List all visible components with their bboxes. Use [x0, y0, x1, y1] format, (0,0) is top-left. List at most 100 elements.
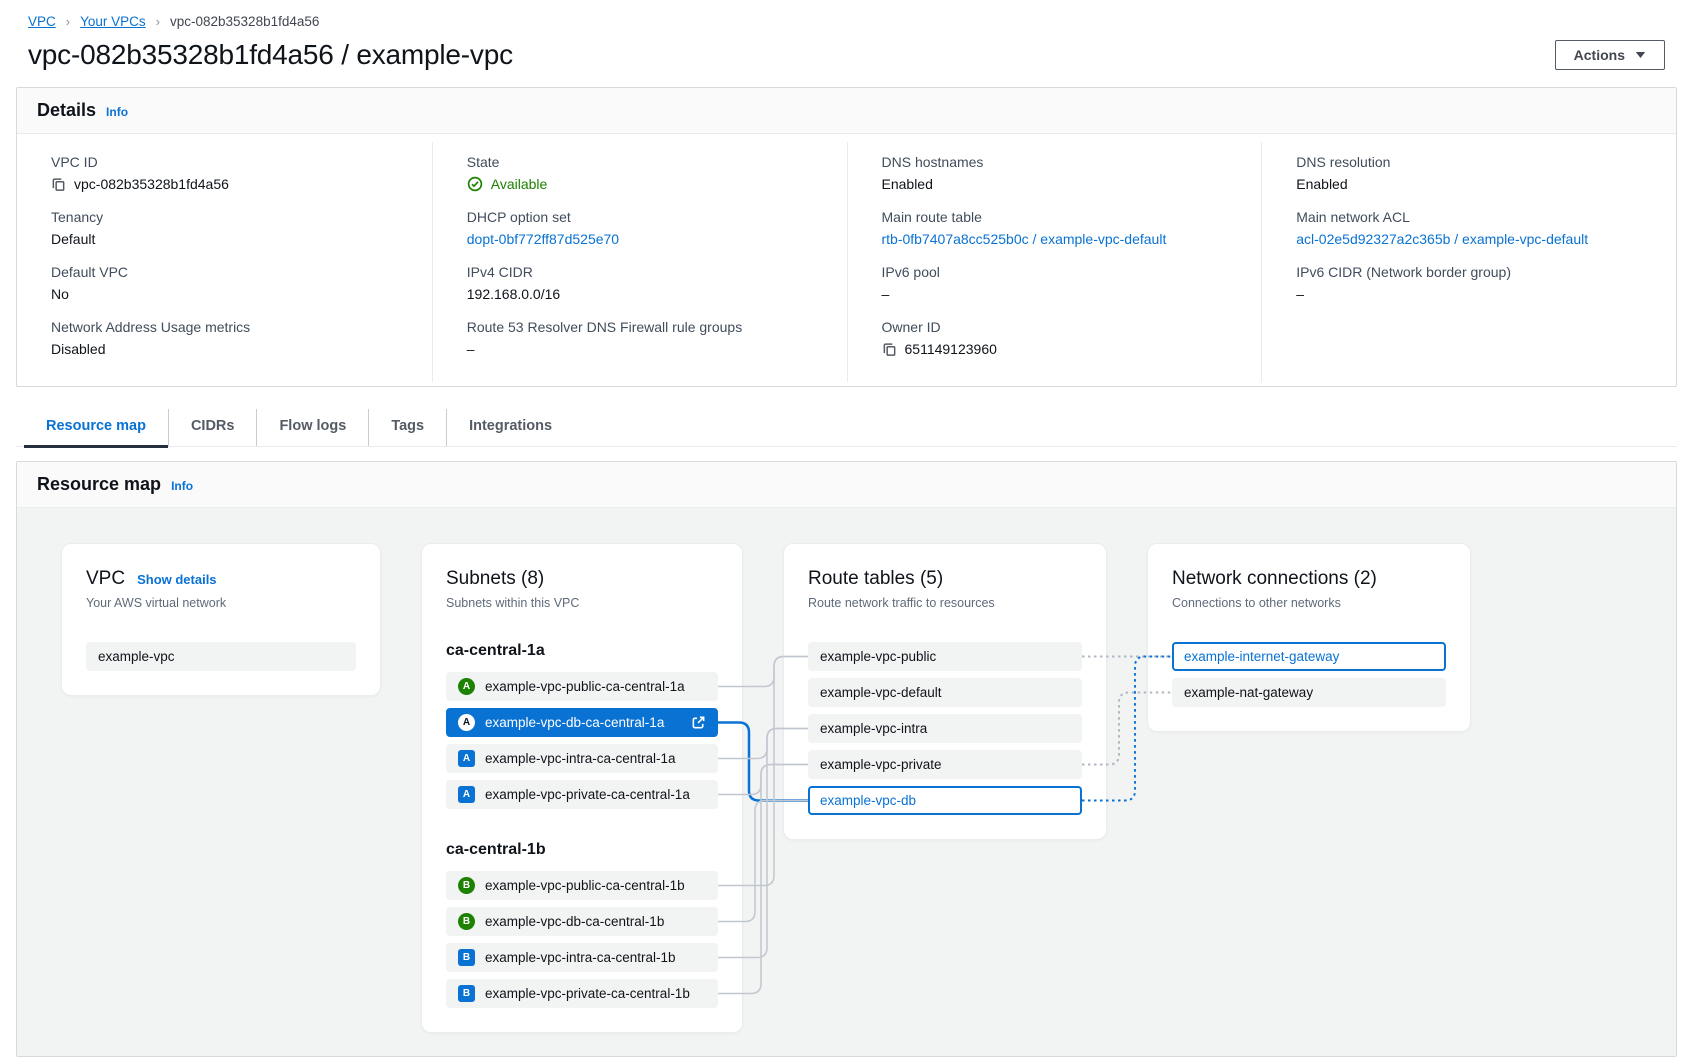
breadcrumb-item-vpc-082b35328b1fd4a56: vpc-082b35328b1fd4a56 [170, 14, 319, 29]
route-table-item-example-vpc-private[interactable]: example-vpc-private [808, 750, 1082, 779]
field-value: acl-02e5d92327a2c365b / example-vpc-defa… [1296, 229, 1656, 249]
external-link-icon[interactable] [691, 715, 706, 730]
tab-tags[interactable]: Tags [369, 409, 447, 446]
field-label: Main network ACL [1296, 209, 1656, 225]
resource-map-body: VPC Show details Your AWS virtual networ… [17, 508, 1676, 1056]
field-label: State [467, 154, 827, 170]
field-value: 192.168.0.0/16 [467, 284, 827, 304]
field-label: DHCP option set [467, 209, 827, 225]
subnet-label: example-vpc-db-ca-central-1a [485, 715, 664, 730]
vpc-card-subtitle: Your AWS virtual network [86, 596, 356, 610]
page-title: vpc-082b35328b1fd4a56 / example-vpc [28, 39, 513, 71]
vpc-details-page: VPC›Your VPCs›vpc-082b35328b1fd4a56 vpc-… [0, 0, 1693, 1057]
breadcrumb-separator: › [66, 14, 70, 29]
details-title: Details [37, 100, 96, 121]
field-label: IPv6 CIDR (Network border group) [1296, 264, 1656, 280]
vpc-card-title: VPC [86, 568, 125, 590]
subnet-label: example-vpc-public-ca-central-1b [485, 878, 685, 893]
network-connection-item-example-internet-gateway[interactable]: example-internet-gateway [1172, 642, 1446, 671]
breadcrumb: VPC›Your VPCs›vpc-082b35328b1fd4a56 [16, 0, 1677, 29]
availability-zone-badge: A [458, 786, 475, 803]
az-group-heading-ca-central-1b: ca-central-1b [446, 841, 718, 859]
field-tenancy: Tenancy Default [51, 209, 412, 249]
subnet-item-example-vpc-db-ca-central-1b[interactable]: Bexample-vpc-db-ca-central-1b [446, 907, 718, 936]
details-panel: Details Info VPC IDvpc-082b35328b1fd4a56… [16, 87, 1677, 387]
field-label: Tenancy [51, 209, 412, 225]
field-label: Network Address Usage metrics [51, 319, 412, 335]
field-value-link[interactable]: rtb-0fb7407a8cc525b0c / example-vpc-defa… [882, 231, 1167, 247]
field-ipv6-pool: IPv6 pool– [882, 264, 1242, 304]
subnet-item-example-vpc-public-ca-central-1a[interactable]: Aexample-vpc-public-ca-central-1a [446, 672, 718, 701]
subnet-item-example-vpc-private-ca-central-1b[interactable]: Bexample-vpc-private-ca-central-1b [446, 979, 718, 1008]
field-value: Enabled [882, 174, 1242, 194]
subnet-label: example-vpc-private-ca-central-1b [485, 986, 690, 1001]
network-connection-item-example-nat-gateway[interactable]: example-nat-gateway [1172, 678, 1446, 707]
caret-down-icon [1635, 51, 1646, 59]
network-connections-card-title: Network connections (2) [1172, 568, 1446, 590]
tab-flow-logs[interactable]: Flow logs [257, 409, 369, 446]
field-value-text: Default [51, 231, 95, 247]
subnets-card-subtitle: Subnets within this VPC [446, 596, 718, 610]
field-main-network-acl: Main network ACL acl-02e5d92327a2c365b / … [1296, 209, 1656, 249]
route-table-label: example-vpc-public [820, 649, 936, 664]
availability-zone-badge: B [458, 913, 475, 930]
subnet-item-example-vpc-private-ca-central-1a[interactable]: Aexample-vpc-private-ca-central-1a [446, 780, 718, 809]
tab-resource-map[interactable]: Resource map [24, 409, 169, 446]
resource-map-panel: Resource map Info VPC Show details Your … [16, 461, 1677, 1057]
tab-bar: Resource mapCIDRsFlow logsTagsIntegratio… [16, 409, 1677, 447]
availability-zone-badge: A [458, 678, 475, 695]
field-value: vpc-082b35328b1fd4a56 [51, 174, 412, 194]
status-available-icon [467, 176, 483, 192]
field-value: Enabled [1296, 174, 1656, 194]
copy-icon[interactable] [51, 177, 66, 192]
field-label: DNS resolution [1296, 154, 1656, 170]
az-group-heading-ca-central-1a: ca-central-1a [446, 642, 718, 660]
field-label: Main route table [882, 209, 1242, 225]
vpc-card: VPC Show details Your AWS virtual networ… [61, 543, 381, 696]
field-owner-id: Owner ID651149123960 [882, 319, 1242, 359]
field-value-text: 192.168.0.0/16 [467, 286, 560, 302]
route-table-item-example-vpc-default[interactable]: example-vpc-default [808, 678, 1082, 707]
subnet-item-example-vpc-intra-ca-central-1a[interactable]: Aexample-vpc-intra-ca-central-1a [446, 744, 718, 773]
actions-button[interactable]: Actions [1555, 40, 1665, 70]
subnet-item-example-vpc-public-ca-central-1b[interactable]: Bexample-vpc-public-ca-central-1b [446, 871, 718, 900]
resource-map-info-link[interactable]: Info [171, 479, 193, 493]
vpc-item[interactable]: example-vpc [86, 642, 356, 671]
details-column: StateAvailableDHCP option setdopt-0bf772… [432, 142, 847, 382]
field-ipv6-cidr-network-border-group-: IPv6 CIDR (Network border group) – [1296, 264, 1656, 304]
field-value-text: Disabled [51, 341, 105, 357]
tab-integrations[interactable]: Integrations [447, 409, 574, 446]
field-value-text: – [1296, 286, 1304, 302]
breadcrumb-item-vpc[interactable]: VPC [28, 14, 56, 29]
title-row: vpc-082b35328b1fd4a56 / example-vpc Acti… [16, 29, 1677, 87]
route-tables-card-title: Route tables (5) [808, 568, 1082, 590]
field-value-text: Enabled [1296, 176, 1347, 192]
network-connections-card: Network connections (2) Connections to o… [1147, 543, 1471, 732]
network-connection-label: example-nat-gateway [1184, 685, 1313, 700]
tab-cidrs[interactable]: CIDRs [169, 409, 258, 446]
breadcrumb-item-your-vpcs[interactable]: Your VPCs [80, 14, 146, 29]
route-table-item-example-vpc-public[interactable]: example-vpc-public [808, 642, 1082, 671]
field-label: DNS hostnames [882, 154, 1242, 170]
details-info-link[interactable]: Info [106, 105, 128, 119]
field-ipv4-cidr: IPv4 CIDR 192.168.0.0/16 [467, 264, 827, 304]
route-table-label: example-vpc-db [820, 793, 916, 808]
field-value-text: Enabled [882, 176, 933, 192]
route-table-item-example-vpc-db[interactable]: example-vpc-db [808, 786, 1082, 815]
field-value-link[interactable]: dopt-0bf772ff87d525e70 [467, 231, 619, 247]
route-table-item-example-vpc-intra[interactable]: example-vpc-intra [808, 714, 1082, 743]
field-value-link[interactable]: acl-02e5d92327a2c365b / example-vpc-defa… [1296, 231, 1588, 247]
network-connection-label: example-internet-gateway [1184, 649, 1339, 664]
field-value: No [51, 284, 412, 304]
subnet-item-example-vpc-db-ca-central-1a[interactable]: Aexample-vpc-db-ca-central-1a [446, 708, 718, 737]
copy-icon[interactable] [882, 342, 897, 357]
network-connections-card-subtitle: Connections to other networks [1172, 596, 1446, 610]
vpc-show-details-link[interactable]: Show details [137, 572, 216, 587]
field-label: IPv4 CIDR [467, 264, 827, 280]
field-value: – [1296, 284, 1656, 304]
field-dns-hostnames: DNS hostnames Enabled [882, 154, 1242, 194]
subnet-item-example-vpc-intra-ca-central-1b[interactable]: Bexample-vpc-intra-ca-central-1b [446, 943, 718, 972]
field-value-text: No [51, 286, 69, 302]
route-table-label: example-vpc-intra [820, 721, 927, 736]
details-column: DNS hostnames Enabled Main route table rtb-… [847, 142, 1262, 382]
